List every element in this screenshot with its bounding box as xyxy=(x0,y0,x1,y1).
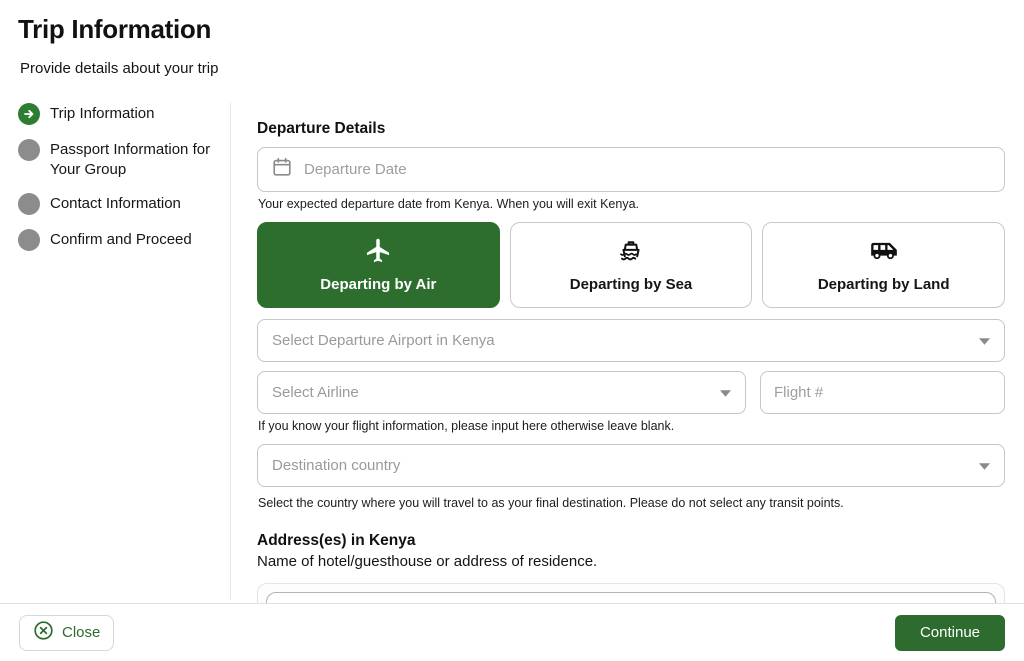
vertical-divider xyxy=(230,103,231,600)
departing-by-air-button[interactable]: Departing by Air xyxy=(257,222,500,308)
destination-helper: Select the country where you will travel… xyxy=(258,496,1005,510)
dot-icon xyxy=(18,229,40,251)
step-confirm-and-proceed[interactable]: Confirm and Proceed xyxy=(18,230,216,251)
caret-down-icon xyxy=(979,457,990,475)
destination-country-select[interactable]: Destination country xyxy=(257,444,1005,487)
departure-date-input[interactable] xyxy=(304,161,991,178)
step-sidebar: Trip Information Passport Information fo… xyxy=(18,104,216,251)
address-section-subtitle: Name of hotel/guesthouse or address of r… xyxy=(257,553,1005,570)
step-trip-information[interactable]: Trip Information xyxy=(18,104,216,125)
select-placeholder: Select Departure Airport in Kenya xyxy=(272,332,495,349)
bus-icon xyxy=(870,237,898,265)
transport-mode-group: Departing by Air Departing by Sea Depart… xyxy=(257,222,1005,308)
airline-select[interactable]: Select Airline xyxy=(257,371,746,414)
step-passport-information[interactable]: Passport Information for Your Group xyxy=(18,140,216,179)
caret-down-icon xyxy=(720,384,731,402)
departing-by-sea-button[interactable]: Departing by Sea xyxy=(510,222,753,308)
transport-label: Departing by Sea xyxy=(570,276,693,293)
departure-details-heading: Departure Details xyxy=(257,120,1005,138)
flight-helper: If you know your flight information, ple… xyxy=(258,419,1005,433)
dot-icon xyxy=(18,193,40,215)
continue-button[interactable]: Continue xyxy=(895,615,1005,651)
departing-by-land-button[interactable]: Departing by Land xyxy=(762,222,1005,308)
step-label: Confirm and Proceed xyxy=(50,230,192,250)
flight-info-row: Select Airline xyxy=(257,371,1005,414)
select-placeholder: Destination country xyxy=(272,457,400,474)
departure-date-field[interactable] xyxy=(257,147,1005,192)
page-title: Trip Information xyxy=(18,14,211,45)
address-section-heading: Address(es) in Kenya xyxy=(257,532,1005,550)
departure-date-helper: Your expected departure date from Kenya.… xyxy=(258,197,1005,211)
close-button-label: Close xyxy=(62,624,100,641)
trip-information-page: Trip Information Provide details about y… xyxy=(0,0,1024,661)
step-label: Trip Information xyxy=(50,104,154,124)
calendar-icon xyxy=(271,156,293,183)
dot-icon xyxy=(18,139,40,161)
step-label: Passport Information for Your Group xyxy=(50,140,216,179)
transport-label: Departing by Land xyxy=(818,276,950,293)
footer-bar: Close Continue xyxy=(0,603,1024,661)
caret-down-icon xyxy=(979,332,990,350)
step-contact-information[interactable]: Contact Information xyxy=(18,194,216,215)
close-button[interactable]: Close xyxy=(19,615,114,651)
flight-number-input[interactable] xyxy=(774,384,991,401)
departure-airport-select[interactable]: Select Departure Airport in Kenya xyxy=(257,319,1005,362)
trip-form: Departure Details Your expected departur… xyxy=(257,120,1005,653)
page-subtitle: Provide details about your trip xyxy=(20,60,218,77)
step-label: Contact Information xyxy=(50,194,181,214)
select-placeholder: Select Airline xyxy=(272,384,359,401)
airplane-icon xyxy=(364,237,392,265)
transport-label: Departing by Air xyxy=(320,276,436,293)
close-circle-icon xyxy=(33,620,54,645)
ship-icon xyxy=(617,237,645,265)
arrow-right-icon xyxy=(18,103,40,125)
flight-number-field[interactable] xyxy=(760,371,1005,414)
